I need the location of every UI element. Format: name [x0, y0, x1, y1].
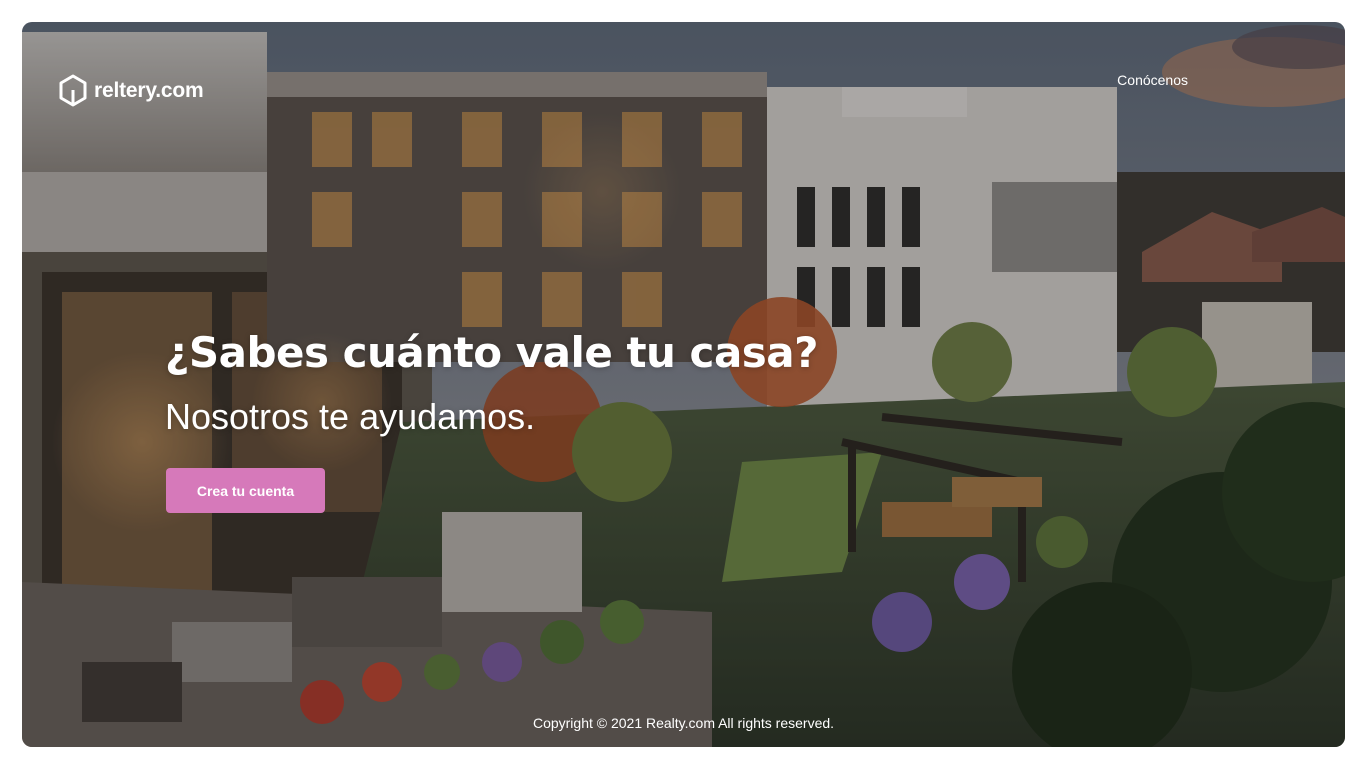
hero-subtitle: Nosotros te ayudamos.	[165, 396, 536, 437]
hero-title: ¿Sabes cuánto vale tu casa?	[165, 328, 818, 377]
hero-section: reltery.com Conócenos ¿Sabes cuánto vale…	[22, 22, 1345, 747]
logo-text: reltery.com	[94, 79, 204, 102]
dark-overlay	[22, 22, 1345, 747]
nav-link-conocenos[interactable]: Conócenos	[1117, 72, 1188, 88]
logo-link[interactable]: reltery.com	[58, 74, 204, 108]
house-logo-icon	[59, 74, 87, 107]
footer-copyright: Copyright © 2021 Realty.com All rights r…	[532, 715, 835, 731]
create-account-button[interactable]: Crea tu cuenta	[166, 468, 325, 513]
